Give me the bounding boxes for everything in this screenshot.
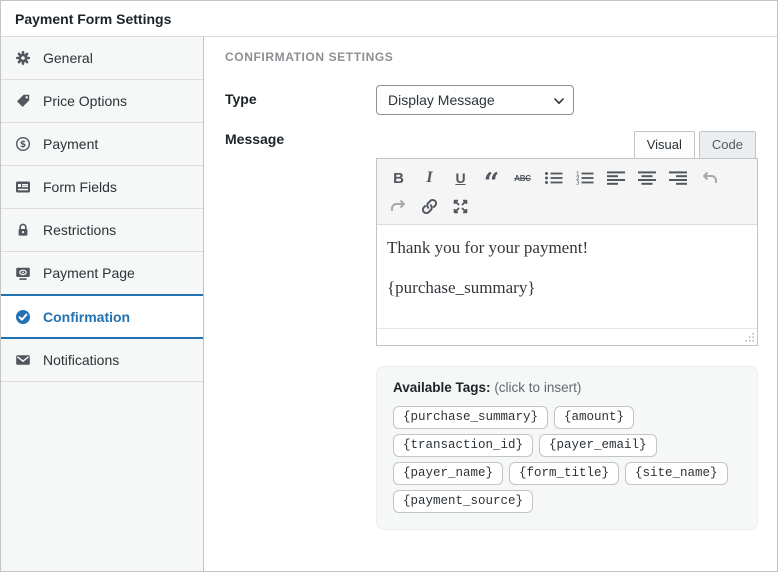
undo-button[interactable]: [695, 166, 722, 190]
resize-grip-icon[interactable]: [744, 332, 755, 343]
tag-site-name[interactable]: {site_name}: [625, 462, 728, 485]
settings-sidebar: General Price Options $ Payment Form Fie…: [1, 37, 204, 571]
lock-icon: [15, 222, 31, 238]
payment-form-settings-window: Payment Form Settings General Price Opti…: [0, 0, 778, 572]
sidebar-item-general[interactable]: General: [1, 37, 203, 80]
redo-button[interactable]: [385, 194, 412, 218]
italic-button[interactable]: I: [416, 166, 443, 190]
available-tags-label: Available Tags:: [393, 380, 491, 395]
type-label: Type: [225, 91, 257, 107]
sidebar-item-label: Confirmation: [43, 308, 131, 325]
message-editor-content[interactable]: Thank you for your payment! {purchase_su…: [377, 225, 757, 328]
main-content: CONFIRMATION SETTINGS Type Display Messa…: [204, 37, 777, 571]
message-label: Message: [225, 131, 285, 147]
sidebar-item-label: Notifications: [43, 352, 120, 368]
svg-text:$: $: [20, 140, 26, 150]
sidebar-item-label: Payment: [43, 136, 99, 152]
tab-visual[interactable]: Visual: [633, 131, 695, 158]
check-circle-icon: [15, 309, 31, 325]
tag-payment-source[interactable]: {payment_source}: [393, 490, 534, 513]
sidebar-item-payment-page[interactable]: Payment Page: [1, 252, 203, 294]
sidebar-item-form-fields[interactable]: Form Fields: [1, 166, 203, 209]
link-button[interactable]: [416, 194, 443, 218]
tag-pill-list: {purchase_summary} {amount} {transaction…: [393, 406, 741, 513]
tag-payer-email[interactable]: {payer_email}: [539, 434, 657, 457]
message-row: Message Visual Code B I U “ ABC 1 2 3 Th…: [225, 131, 758, 530]
svg-text:3: 3: [576, 181, 580, 186]
tab-code[interactable]: Code: [698, 131, 756, 158]
sidebar-item-label: Payment Page: [43, 265, 135, 281]
sidebar-item-label: Price Options: [43, 93, 128, 109]
blockquote-button[interactable]: “: [478, 170, 505, 197]
type-row: Type Display Message: [225, 85, 758, 115]
align-right-button[interactable]: [664, 166, 691, 190]
align-center-button[interactable]: [633, 166, 660, 190]
tag-transaction-id[interactable]: {transaction_id}: [393, 434, 534, 457]
bold-button[interactable]: B: [385, 166, 412, 190]
sidebar-item-label: General: [43, 50, 93, 66]
tag-payer-name[interactable]: {payer_name}: [393, 462, 504, 485]
sidebar-item-confirmation[interactable]: Confirmation: [1, 294, 203, 339]
sidebar-item-label: Form Fields: [43, 179, 117, 195]
editor-mode-tabs: Visual Code: [376, 131, 758, 158]
envelope-icon: [15, 352, 31, 368]
numbered-list-button[interactable]: 123: [571, 166, 598, 190]
tag-amount[interactable]: {amount}: [554, 406, 635, 429]
title-bar: Payment Form Settings: [1, 1, 777, 37]
strikethrough-button[interactable]: ABC: [509, 166, 536, 190]
available-tags-hint: (click to insert): [494, 380, 582, 395]
underline-button[interactable]: U: [447, 166, 474, 190]
form-fields-icon: [15, 179, 31, 195]
confirmation-type-select[interactable]: Display Message: [376, 85, 574, 115]
sidebar-item-payment[interactable]: $ Payment: [1, 123, 203, 166]
message-line: Thank you for your payment!: [387, 238, 589, 257]
available-tags-panel: Available Tags: (click to insert) {purch…: [376, 366, 758, 530]
tag-icon: [15, 93, 31, 109]
gear-icon: [15, 50, 31, 66]
fullscreen-button[interactable]: [447, 194, 474, 218]
tag-form-title[interactable]: {form_title}: [509, 462, 620, 485]
available-tags-title: Available Tags: (click to insert): [393, 380, 741, 395]
sidebar-item-label: Restrictions: [43, 222, 117, 238]
sidebar-item-price-options[interactable]: Price Options: [1, 80, 203, 123]
editor-statusbar: [377, 328, 757, 345]
section-heading: CONFIRMATION SETTINGS: [225, 50, 394, 64]
sidebar-item-restrictions[interactable]: Restrictions: [1, 209, 203, 252]
sidebar-item-notifications[interactable]: Notifications: [1, 339, 203, 382]
message-editor: B I U “ ABC 123 Thank you for your payme…: [376, 158, 758, 346]
tag-purchase-summary[interactable]: {purchase_summary}: [393, 406, 549, 429]
message-line: {purchase_summary}: [387, 278, 536, 297]
align-left-button[interactable]: [602, 166, 629, 190]
bullet-list-button[interactable]: [540, 166, 567, 190]
editor-toolbar: B I U “ ABC 123: [377, 159, 757, 225]
payment-page-icon: [15, 265, 31, 281]
page-title: Payment Form Settings: [15, 10, 172, 27]
dollar-circle-icon: $: [15, 136, 31, 152]
